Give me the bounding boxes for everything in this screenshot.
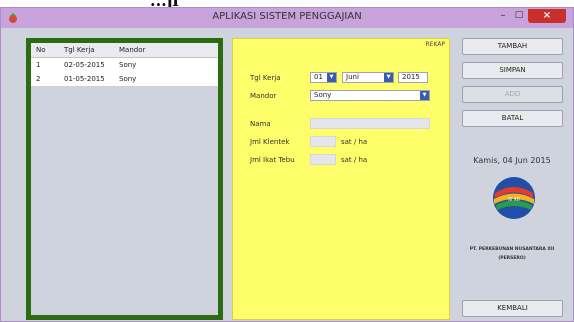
jml-ikat-tebu-label: Jml Ikat Tebu xyxy=(250,156,295,164)
klentek-unit: sat / ha xyxy=(341,138,368,146)
company-name-line2: (PERSERO) xyxy=(498,256,526,261)
rekap-label: REKAP xyxy=(425,41,445,48)
tgl-kerja-label: Tgl Kerja xyxy=(250,74,281,82)
day-select[interactable]: 01 ▼ xyxy=(310,72,337,83)
mandor-value: Sony xyxy=(314,91,332,99)
nama-field[interactable] xyxy=(310,118,430,129)
data-table: No Tgl Kerja Mandor 1 02-05-2015 Sony 2 … xyxy=(26,38,223,320)
cell-tgl-kerja: 01-05-2015 xyxy=(64,75,105,83)
cell-no: 2 xyxy=(36,75,41,83)
app-window: APLIKASI SISTEM PENGGAJIAN – □ × No Tgl … xyxy=(0,7,574,322)
current-date: Kamis, 04 Jun 2015 xyxy=(473,156,551,165)
content-area: No Tgl Kerja Mandor 1 02-05-2015 Sony 2 … xyxy=(1,28,573,321)
cell-mandor: Sony xyxy=(119,61,137,69)
chevron-down-icon: ▼ xyxy=(420,91,429,100)
form-panel: REKAP Tgl Kerja 01 ▼ Juni ▼ 2015 Mandor … xyxy=(232,38,450,320)
maximize-button[interactable]: □ xyxy=(511,9,527,23)
kembali-button[interactable]: KEMBALI xyxy=(462,300,563,317)
cell-no: 1 xyxy=(36,61,41,69)
table-header: No Tgl Kerja Mandor xyxy=(31,43,218,58)
batal-button[interactable]: BATAL xyxy=(462,110,563,127)
logo-lettering: N XII xyxy=(508,197,520,203)
month-select[interactable]: Juni ▼ xyxy=(342,72,394,83)
column-header-tgl-kerja[interactable]: Tgl Kerja xyxy=(64,46,95,54)
jml-klentek-field[interactable] xyxy=(310,136,336,147)
column-header-no[interactable]: No xyxy=(36,46,46,54)
company-name: PT. PERKEBUNAN NUSANTARA XII (PERSERO) xyxy=(453,245,571,263)
ikat-unit: sat / ha xyxy=(341,156,368,164)
month-value: Juni xyxy=(346,73,359,81)
nama-label: Nama xyxy=(250,120,271,128)
day-value: 01 xyxy=(314,73,323,81)
chevron-down-icon: ▼ xyxy=(384,73,393,82)
window-title: APLIKASI SISTEM PENGGAJIAN xyxy=(212,11,362,22)
cell-mandor: Sony xyxy=(119,75,137,83)
top-strip xyxy=(0,0,574,7)
add-button[interactable]: ADD xyxy=(462,86,563,103)
year-input[interactable]: 2015 xyxy=(398,72,428,83)
minimize-button[interactable]: – xyxy=(495,9,511,23)
sidebar: TAMBAH SIMPAN ADD BATAL Kamis, 04 Jun 20… xyxy=(453,38,571,320)
jml-klentek-label: Jml Klentek xyxy=(250,138,290,146)
title-bar[interactable]: APLIKASI SISTEM PENGGAJIAN – □ × xyxy=(1,8,573,28)
ptpn-logo-icon: N XII xyxy=(493,177,535,219)
tambah-button[interactable]: TAMBAH xyxy=(462,38,563,55)
column-header-mandor[interactable]: Mandor xyxy=(119,46,145,54)
cell-tgl-kerja: 02-05-2015 xyxy=(64,61,105,69)
mandor-select[interactable]: Sony ▼ xyxy=(310,90,430,101)
table-row[interactable]: 1 02-05-2015 Sony xyxy=(31,58,218,72)
jml-ikat-tebu-field[interactable] xyxy=(310,154,336,165)
simpan-button[interactable]: SIMPAN xyxy=(462,62,563,79)
company-name-line1: PT. PERKEBUNAN NUSANTARA XII xyxy=(469,247,555,252)
chevron-down-icon: ▼ xyxy=(327,73,336,82)
mandor-label: Mandor xyxy=(250,92,277,100)
close-button[interactable]: × xyxy=(528,9,566,23)
table-row[interactable]: 2 01-05-2015 Sony xyxy=(31,72,218,86)
